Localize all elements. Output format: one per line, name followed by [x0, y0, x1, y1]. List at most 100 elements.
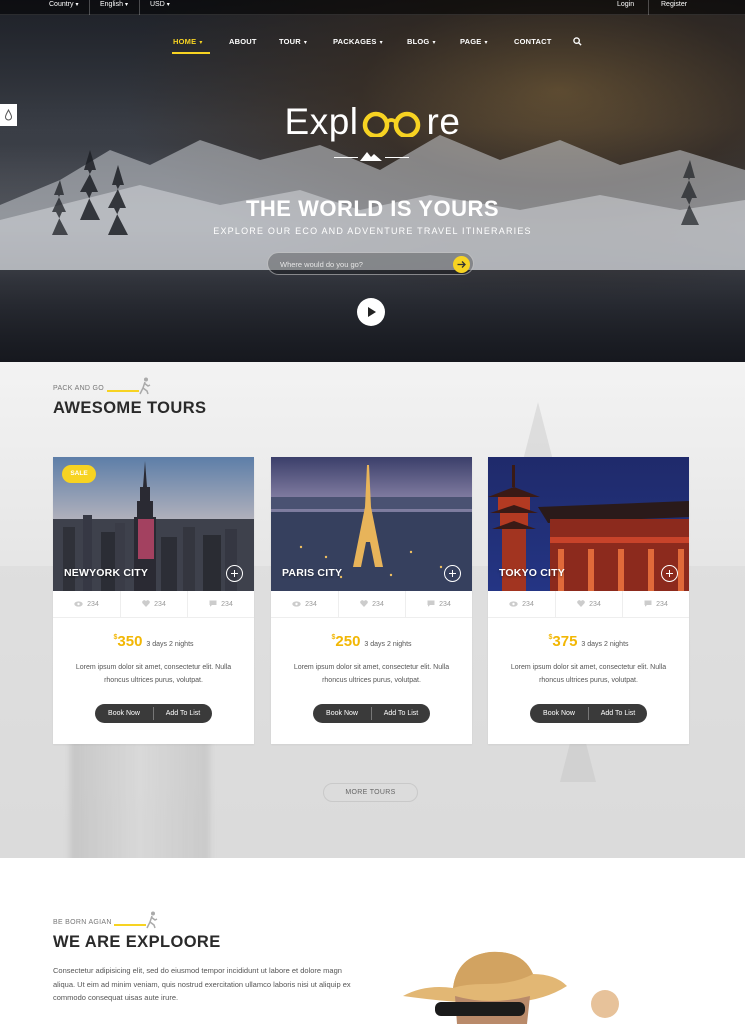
- chevron-down-icon: ▾: [432, 40, 436, 46]
- tour-city-name: PARIS CITY: [282, 567, 343, 579]
- views-stat: 234: [271, 591, 338, 618]
- divider: [139, 0, 140, 15]
- eye-icon: [74, 601, 83, 607]
- tour-description: Lorem ipsum dolor sit amet, consectetur …: [510, 664, 667, 684]
- tours-section: PACK AND GO AWESOME TOURS SALE NEWYORK C…: [0, 362, 745, 858]
- comment-icon: [209, 600, 217, 607]
- section-title: AWESOME TOURS: [53, 399, 207, 417]
- chevron-down-icon: ▾: [75, 2, 79, 8]
- add-to-list-button[interactable]: Add To List: [589, 704, 647, 723]
- arrow-right-icon: [457, 261, 466, 268]
- book-now-button[interactable]: Book Now: [530, 704, 588, 723]
- tour-stats: 234 234 234: [53, 591, 254, 618]
- tour-card: SALE NEWYORK CITY 234 234 234 $350 3 days…: [53, 457, 254, 744]
- tour-description: Lorem ipsum dolor sit amet, consectetur …: [75, 664, 232, 684]
- eye-icon: [509, 601, 518, 607]
- tour-actions: Book Now Add To List: [530, 704, 647, 723]
- tour-card: TOKYO CITY 234 234 234 $375 3 days 2 nigh…: [488, 457, 689, 744]
- play-video-button[interactable]: [357, 298, 385, 326]
- eyebrow-line: [114, 924, 146, 926]
- hero-title: THE WORLD IS YOURS: [245, 196, 500, 221]
- hero-subtitle: EXPLORE OUR ECO AND ADVENTURE TRAVEL ITI…: [213, 226, 532, 236]
- about-section: BE BORN AGIAN WE ARE EXPLOORE Consectetu…: [0, 858, 745, 1024]
- views-stat: 234: [53, 591, 120, 618]
- plus-circle-icon[interactable]: [444, 565, 461, 582]
- section-eyebrow: BE BORN AGIAN: [53, 919, 112, 926]
- section-title: WE ARE EXPLOORE: [53, 933, 221, 951]
- comment-icon: [427, 600, 435, 607]
- active-underline: [172, 52, 210, 54]
- hiker-icon: [139, 377, 151, 395]
- tour-stats: 234 234 234: [271, 591, 472, 618]
- likes-stat[interactable]: 234: [555, 591, 622, 618]
- tour-actions: Book Now Add To List: [313, 704, 430, 723]
- plus-circle-icon[interactable]: [661, 565, 678, 582]
- likes-stat[interactable]: 234: [338, 591, 405, 618]
- site-logo[interactable]: Expl re: [0, 101, 745, 143]
- eyebrow-line: [107, 390, 139, 392]
- comments-stat[interactable]: 234: [405, 591, 472, 618]
- hero-section: Country ▾ English ▾ USD ▾ Login Register HO…: [0, 0, 745, 362]
- tour-city-name: TOKYO CITY: [499, 567, 565, 579]
- nav-about[interactable]: ABOUT: [229, 37, 257, 46]
- add-to-list-button[interactable]: Add To List: [372, 704, 430, 723]
- divider: [89, 0, 90, 15]
- nav-tour[interactable]: TOUR ▾: [279, 37, 307, 46]
- book-now-button[interactable]: Book Now: [313, 704, 371, 723]
- mountain-icon: [360, 152, 382, 161]
- tour-city-name: NEWYORK CITY: [64, 567, 149, 579]
- country-selector[interactable]: Country ▾: [49, 0, 79, 15]
- tour-description: Lorem ipsum dolor sit amet, consectetur …: [293, 664, 450, 684]
- login-link[interactable]: Login: [617, 0, 634, 15]
- nav-blog[interactable]: BLOG ▾: [407, 37, 436, 46]
- tour-stats: 234 234 234: [488, 591, 689, 618]
- add-to-list-button[interactable]: Add To List: [154, 704, 212, 723]
- search-submit-button[interactable]: [453, 256, 470, 273]
- chevron-down-icon: ▾: [124, 2, 128, 8]
- nav-home[interactable]: HOME ▾: [173, 37, 203, 46]
- more-tours-button[interactable]: MORE TOURS: [323, 783, 418, 802]
- book-now-button[interactable]: Book Now: [95, 704, 153, 723]
- heart-icon: [142, 600, 150, 607]
- comments-stat[interactable]: 234: [187, 591, 254, 618]
- nav-page[interactable]: PAGE ▾: [460, 37, 488, 46]
- tour-card: PARIS CITY 234 234 234 $250 3 days 2 nigh…: [271, 457, 472, 744]
- chevron-down-icon: ▾: [484, 40, 488, 46]
- divider: [648, 0, 649, 15]
- tour-price: $350 3 days 2 nights: [113, 633, 194, 650]
- goggles-icon: [359, 104, 427, 139]
- currency-selector[interactable]: USD ▾: [150, 0, 170, 15]
- search-icon[interactable]: [573, 37, 582, 48]
- comments-stat[interactable]: 234: [622, 591, 689, 618]
- register-link[interactable]: Register: [661, 0, 687, 15]
- comment-icon: [644, 600, 652, 607]
- likes-stat[interactable]: 234: [120, 591, 187, 618]
- chevron-down-icon: ▾: [166, 2, 170, 8]
- chevron-down-icon: ▾: [303, 40, 308, 46]
- tour-actions: Book Now Add To List: [95, 704, 212, 723]
- sale-badge: SALE: [62, 465, 96, 483]
- top-bar: Country ▾ English ▾ USD ▾ Login Register: [0, 0, 745, 15]
- chevron-down-icon: ▾: [199, 40, 203, 46]
- hiker-icon: [146, 911, 158, 929]
- main-nav: HOME ▾ ABOUT TOUR ▾ PACKAGES ▾ BLOG ▾ PAGE ▾ …: [0, 37, 745, 54]
- about-paragraph: Consectetur adipisicing elit, sed do eiu…: [53, 966, 351, 1002]
- nav-packages[interactable]: PACKAGES ▾: [333, 37, 383, 46]
- nav-contact[interactable]: CONTACT: [514, 37, 552, 46]
- destination-search: [267, 252, 474, 275]
- eye-icon: [292, 601, 301, 607]
- tour-photo[interactable]: TOKYO CITY: [488, 457, 689, 591]
- tour-price: $375 3 days 2 nights: [548, 633, 629, 650]
- chevron-down-icon: ▾: [379, 40, 383, 46]
- tour-photo[interactable]: PARIS CITY: [271, 457, 472, 591]
- traveler-image: [403, 951, 619, 1024]
- logo-divider: [0, 150, 745, 162]
- section-eyebrow: PACK AND GO: [53, 385, 105, 392]
- tour-price: $250 3 days 2 nights: [331, 633, 412, 650]
- heart-icon: [577, 600, 585, 607]
- tour-photo[interactable]: SALE NEWYORK CITY: [53, 457, 254, 591]
- plus-circle-icon[interactable]: [226, 565, 243, 582]
- views-stat: 234: [488, 591, 555, 618]
- language-selector[interactable]: English ▾: [100, 0, 128, 15]
- destination-search-input[interactable]: [280, 258, 450, 270]
